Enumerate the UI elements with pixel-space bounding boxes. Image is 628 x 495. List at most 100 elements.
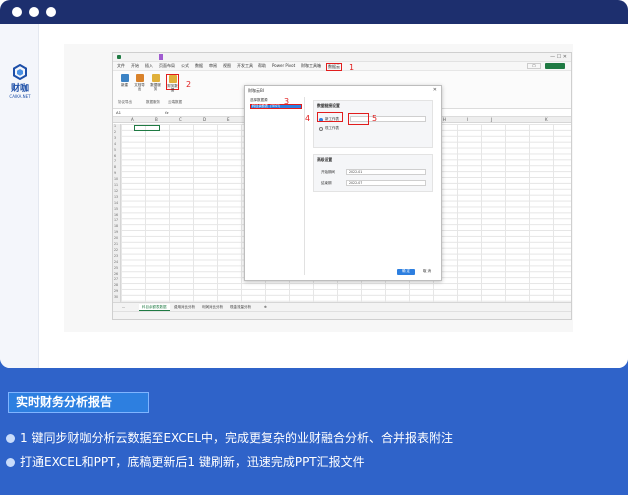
column-header[interactable]: C	[179, 117, 182, 123]
name-box[interactable]: A1	[116, 110, 121, 115]
share-button[interactable]	[545, 63, 565, 69]
row-number[interactable]: 26	[114, 272, 118, 276]
row-number[interactable]: 3	[114, 136, 116, 140]
column-header[interactable]: B	[155, 117, 158, 123]
add-sheet-icon[interactable]: ⊕	[261, 304, 270, 310]
menu-power-pivot[interactable]: Power Pivot	[272, 63, 295, 69]
column-header[interactable]: K	[545, 117, 548, 123]
sheet-nav[interactable]: ...	[119, 304, 128, 310]
ribbon-finance-data-label: 财务数据	[167, 84, 178, 92]
menu-file[interactable]: 文件	[117, 63, 125, 69]
row-number[interactable]: 14	[114, 201, 118, 205]
row-number[interactable]: 25	[114, 266, 118, 270]
row-number[interactable]: 17	[114, 218, 118, 222]
row-number[interactable]: 11	[114, 183, 118, 187]
row-number[interactable]: 12	[114, 189, 118, 193]
row-number[interactable]: 29	[114, 289, 118, 293]
row-number[interactable]: 4	[114, 142, 116, 146]
row-number[interactable]: 22	[114, 248, 118, 252]
sheet-tab[interactable]: 费用对比分析	[171, 304, 198, 310]
column-header[interactable]: D	[203, 117, 206, 123]
menu-developer[interactable]: 开发工具	[237, 63, 253, 69]
step-callout: 3	[284, 97, 290, 106]
row-number[interactable]: 30	[114, 295, 118, 299]
caika-bi-dialog: 财咖云BI ✕ 选择数据源 科目余额表（TEST） 数据链接设置 新工作表 现工…	[244, 85, 442, 281]
step-callout: 5	[372, 114, 378, 123]
bullet-text: 打通EXCEL和PPT，底稿更新后1 键刷新，迅速完成PPT汇报文件	[20, 455, 365, 469]
row-number[interactable]: 6	[114, 154, 116, 158]
menu-page-layout[interactable]: 页面布局	[159, 63, 175, 69]
row-number[interactable]: 23	[114, 254, 118, 258]
row-number[interactable]: 5	[114, 148, 116, 152]
start-period-input[interactable]: 2022-01	[346, 169, 426, 175]
row-number[interactable]: 20	[114, 236, 118, 240]
tree-item-selected[interactable]: 科目余额表（TEST）	[250, 104, 302, 109]
close-icon[interactable]: ✕	[433, 87, 437, 93]
window-controls-icon[interactable]: — ☐ ✕	[550, 54, 567, 60]
window-dot-icon[interactable]	[12, 7, 22, 17]
ribbon-data-service-button[interactable]: 数据服务	[149, 74, 162, 91]
ribbon-new-button[interactable]: 新建	[118, 74, 131, 90]
ribbon-finance-data-button[interactable]: 财务数据	[166, 74, 179, 92]
sheet-tab[interactable]: 现金流量分析	[227, 304, 254, 310]
step-callout: 2	[186, 80, 192, 89]
row-number[interactable]: 28	[114, 283, 118, 287]
ribbon-group-label: 数据服务	[146, 100, 160, 104]
row-number[interactable]: 27	[114, 277, 118, 281]
highlight-box	[348, 113, 369, 125]
ok-button[interactable]: 确 定	[397, 269, 415, 275]
row-number[interactable]: 1	[114, 124, 116, 128]
radio-current-sheet[interactable]	[319, 127, 323, 131]
row-number[interactable]: 19	[114, 230, 118, 234]
row-number[interactable]: 18	[114, 224, 118, 228]
menu-help[interactable]: 帮助	[258, 63, 266, 69]
advanced-settings-panel: 高级设置 开始期间 2022-01 结束期 2022-07	[313, 154, 433, 192]
excel-titlebar: — ☐ ✕	[113, 53, 571, 62]
fx-icon[interactable]: fx	[165, 110, 169, 115]
column-header[interactable]: H	[443, 117, 446, 123]
menu-insert[interactable]: 插入	[145, 63, 153, 69]
column-header[interactable]: E	[227, 117, 230, 123]
row-number[interactable]: 2	[114, 130, 116, 134]
comment-button[interactable]: ☐	[527, 63, 541, 69]
row-number[interactable]: 10	[114, 177, 118, 181]
ribbon-new-label: 新建	[121, 83, 128, 87]
column-header[interactable]: A	[131, 117, 134, 123]
bullet-dot-icon	[6, 458, 15, 467]
window-dot-icon[interactable]	[29, 7, 39, 17]
dialog-title: 财咖云BI	[248, 88, 264, 93]
column-header[interactable]: J	[491, 117, 492, 123]
app-window: 财咖 CAIKA.NET — ☐ ✕ 文件 开始 插入 页面布局 公式 数据 审…	[0, 0, 628, 368]
sidebar: 财咖 CAIKA.NET	[0, 24, 39, 368]
end-period-input[interactable]: 2022-07	[346, 180, 426, 186]
row-number[interactable]: 8	[114, 165, 116, 169]
menu-data-cloud[interactable]: 数据云	[326, 63, 342, 71]
ribbon-export-button[interactable]: 文档导出	[133, 74, 146, 91]
row-number[interactable]: 7	[114, 159, 116, 163]
tree-root[interactable]: 选择数据源	[250, 98, 268, 103]
start-period-label: 开始期间	[321, 170, 335, 174]
row-number[interactable]: 15	[114, 207, 118, 211]
row-headers: 1 2 3 4 5 6 7 8 9 10 11 12 13 14 15 16 17 18 19 20 21 22 23 24 2…	[113, 124, 121, 302]
sheet-tab-active[interactable]: 科目余额表数据	[139, 304, 170, 311]
menu-formulas[interactable]: 公式	[181, 63, 189, 69]
cancel-button[interactable]: 取 消	[419, 269, 435, 275]
row-number[interactable]: 24	[114, 260, 118, 264]
end-period-label: 结束期	[321, 181, 332, 185]
window-dot-icon[interactable]	[46, 7, 56, 17]
ribbon-data-service-label: 数据服务	[150, 83, 161, 91]
menu-home[interactable]: 开始	[131, 63, 139, 69]
sheet-tab[interactable]: 利润对比分析	[199, 304, 226, 310]
row-number[interactable]: 16	[114, 213, 118, 217]
row-number[interactable]: 9	[114, 171, 116, 175]
column-header[interactable]: I	[467, 117, 468, 123]
caika-logo-icon	[13, 63, 27, 81]
menu-data[interactable]: 数据	[195, 63, 203, 69]
menu-caika-toolbox[interactable]: 财咖工具箱	[301, 63, 321, 69]
row-number[interactable]: 13	[114, 195, 118, 199]
panel-title: 数据链接设置	[317, 103, 340, 108]
selected-cell[interactable]	[134, 125, 160, 131]
menu-review[interactable]: 审阅	[209, 63, 217, 69]
menu-view[interactable]: 视图	[223, 63, 231, 69]
row-number[interactable]: 21	[114, 242, 118, 246]
